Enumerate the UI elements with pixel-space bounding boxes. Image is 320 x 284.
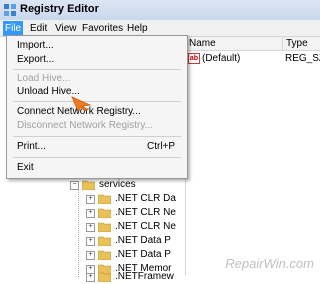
- folder-icon: [98, 272, 111, 282]
- menu-item-load-hive[interactable]: Load Hive...: [17, 72, 70, 86]
- expand-icon[interactable]: +: [86, 237, 95, 246]
- menu-separator: [13, 69, 181, 70]
- menu-file[interactable]: File: [3, 21, 24, 36]
- menu-separator: [13, 157, 181, 158]
- menu-item-export[interactable]: Export...: [17, 53, 54, 67]
- registry-editor-icon: [4, 4, 16, 16]
- expand-icon[interactable]: +: [86, 273, 95, 282]
- value-row-name[interactable]: ab (Default): [188, 52, 240, 66]
- tree-line: [78, 187, 79, 277]
- pointer-arrow-icon: [71, 96, 92, 111]
- folder-icon: [98, 208, 111, 218]
- tree-item-label: .NET CLR Da: [115, 193, 176, 204]
- menu-edit[interactable]: Edit: [28, 22, 49, 35]
- watermark-text: RepairWin.com: [225, 256, 314, 271]
- expand-icon[interactable]: +: [86, 209, 95, 218]
- folder-icon: [98, 194, 111, 204]
- folder-open-icon: [82, 180, 95, 190]
- title-bar: Registry Editor: [0, 0, 320, 21]
- menu-help[interactable]: Help: [125, 22, 150, 35]
- menu-favorites[interactable]: Favorites: [80, 22, 125, 35]
- collapse-icon[interactable]: −: [70, 181, 79, 190]
- tree-item-label: .NET Data P: [115, 235, 171, 246]
- string-value-icon: ab: [188, 52, 200, 64]
- menu-item-print-shortcut: Ctrl+P: [147, 141, 176, 152]
- tree-item-label: .NET Data P: [115, 249, 171, 260]
- folder-icon: [98, 222, 111, 232]
- window-title: Registry Editor: [20, 3, 99, 15]
- values-pane[interactable]: Name Type ab(Default) REG_SZ: [185, 37, 320, 275]
- column-header-name[interactable]: Name: [186, 37, 283, 51]
- tree-item-label: .NET CLR Ne: [115, 207, 176, 218]
- file-menu-dropdown: Import... Export... Load Hive... Unload …: [6, 35, 188, 179]
- menu-item-import[interactable]: Import...: [17, 39, 54, 53]
- menu-item-print[interactable]: Print...: [17, 140, 46, 154]
- expand-icon[interactable]: +: [86, 223, 95, 232]
- value-name: (Default): [202, 53, 241, 64]
- menu-item-exit[interactable]: Exit: [17, 161, 34, 175]
- value-type: REG_SZ: [285, 53, 320, 64]
- menu-separator: [13, 136, 181, 137]
- tree-item-label: .NET CLR Ne: [115, 221, 176, 232]
- column-header-type[interactable]: Type: [283, 37, 320, 51]
- menu-separator: [13, 101, 181, 102]
- menu-view[interactable]: View: [53, 22, 79, 35]
- expand-icon[interactable]: +: [86, 251, 95, 260]
- expand-icon[interactable]: +: [86, 195, 95, 204]
- folder-icon: [98, 236, 111, 246]
- menu-item-disconnect-network-registry[interactable]: Disconnect Network Registry...: [17, 119, 153, 133]
- tree-item-label: services: [99, 179, 136, 190]
- tree-item-label: .NETFramew: [115, 271, 174, 282]
- folder-icon: [98, 250, 111, 260]
